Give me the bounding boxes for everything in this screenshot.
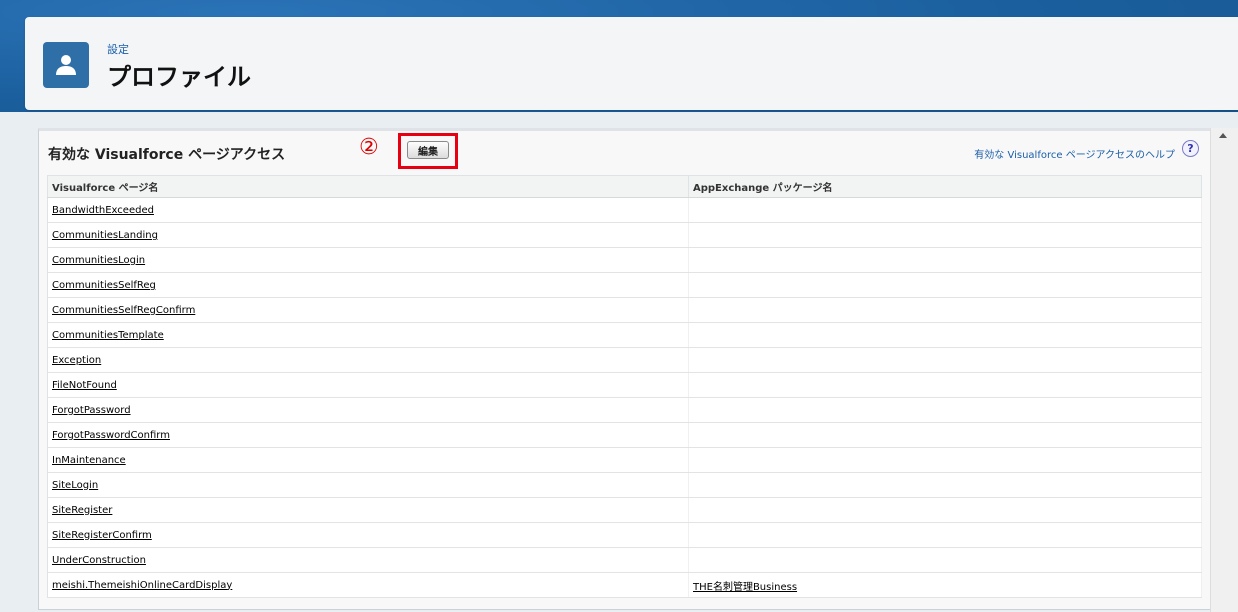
visualforce-access-panel: 有効な Visualforce ページアクセス ② 編集 有効な Visualf…	[38, 128, 1212, 610]
page-name-cell: CommunitiesTemplate	[47, 322, 689, 348]
page-name-cell: UnderConstruction	[47, 547, 689, 573]
table-row: FileNotFound	[47, 372, 1202, 398]
table-row: BandwidthExceeded	[47, 197, 1202, 223]
package-name-cell: THE名刺管理Business	[688, 572, 1202, 598]
setup-header: 設定 プロファイル	[25, 17, 1238, 110]
page-name-cell: CommunitiesLogin	[47, 247, 689, 273]
page-name-link[interactable]: InMaintenance	[52, 455, 126, 466]
package-name-cell	[688, 397, 1202, 423]
page-name-cell: InMaintenance	[47, 447, 689, 473]
package-name-cell	[688, 322, 1202, 348]
table-row: InMaintenance	[47, 447, 1202, 473]
edit-button[interactable]: 編集	[407, 141, 449, 159]
column-header-package-name: AppExchange パッケージ名	[688, 175, 1202, 198]
table-row: CommunitiesSelfReg	[47, 272, 1202, 298]
page-title: プロファイル	[107, 63, 251, 91]
help-icon[interactable]: ?	[1182, 140, 1199, 157]
table-row: SiteRegister	[47, 497, 1202, 523]
package-name-link[interactable]: THE名刺管理Business	[693, 582, 797, 593]
page-name-link[interactable]: CommunitiesSelfRegConfirm	[52, 305, 195, 316]
package-name-cell	[688, 372, 1202, 398]
table-header-row: Visualforce ページ名 AppExchange パッケージ名	[47, 175, 1202, 198]
package-name-cell	[688, 197, 1202, 223]
page-name-cell: CommunitiesSelfRegConfirm	[47, 297, 689, 323]
table-row: SiteRegisterConfirm	[47, 522, 1202, 548]
package-name-cell	[688, 447, 1202, 473]
scroll-up-arrow-icon[interactable]	[1219, 133, 1227, 138]
help-link[interactable]: 有効な Visualforce ページアクセスのヘルプ	[974, 146, 1175, 161]
page-name-link[interactable]: meishi.ThemeishiOnlineCardDisplay	[52, 580, 232, 591]
page-name-link[interactable]: SiteRegister	[52, 505, 112, 516]
package-name-cell	[688, 272, 1202, 298]
page-name-cell: SiteRegister	[47, 497, 689, 523]
visualforce-pages-table: Visualforce ページ名 AppExchange パッケージ名 Band…	[47, 175, 1202, 598]
table-row: UnderConstruction	[47, 547, 1202, 573]
page-name-link[interactable]: SiteRegisterConfirm	[52, 530, 152, 541]
user-icon	[43, 42, 89, 88]
page-name-link[interactable]: CommunitiesSelfReg	[52, 280, 156, 291]
page-name-link[interactable]: ForgotPassword	[52, 405, 131, 416]
page-name-link[interactable]: CommunitiesTemplate	[52, 330, 164, 341]
package-name-cell	[688, 347, 1202, 373]
page-name-link[interactable]: BandwidthExceeded	[52, 205, 154, 216]
page-name-cell: BandwidthExceeded	[47, 197, 689, 223]
page-name-link[interactable]: Exception	[52, 355, 101, 366]
package-name-cell	[688, 522, 1202, 548]
panel-title: 有効な Visualforce ページアクセス	[48, 147, 286, 163]
table-row: CommunitiesLanding	[47, 222, 1202, 248]
page-name-cell: Exception	[47, 347, 689, 373]
column-header-page-name: Visualforce ページ名	[47, 175, 689, 198]
package-name-cell	[688, 247, 1202, 273]
table-row: CommunitiesSelfRegConfirm	[47, 297, 1202, 323]
page-name-link[interactable]: ForgotPasswordConfirm	[52, 430, 170, 441]
page-name-link[interactable]: CommunitiesLogin	[52, 255, 145, 266]
page-name-cell: SiteLogin	[47, 472, 689, 498]
package-name-cell	[688, 497, 1202, 523]
table-row: SiteLogin	[47, 472, 1202, 498]
page-name-cell: meishi.ThemeishiOnlineCardDisplay	[47, 572, 689, 598]
page-name-cell: CommunitiesSelfReg	[47, 272, 689, 298]
page-name-link[interactable]: SiteLogin	[52, 480, 98, 491]
package-name-cell	[688, 547, 1202, 573]
table-row: CommunitiesTemplate	[47, 322, 1202, 348]
page-name-link[interactable]: FileNotFound	[52, 380, 117, 391]
vertical-scrollbar[interactable]	[1210, 128, 1238, 612]
step-marker: ②	[359, 135, 379, 160]
package-name-cell	[688, 297, 1202, 323]
table-row: CommunitiesLogin	[47, 247, 1202, 273]
page-name-cell: ForgotPassword	[47, 397, 689, 423]
table-row: Exception	[47, 347, 1202, 373]
page-name-cell: FileNotFound	[47, 372, 689, 398]
page-name-link[interactable]: CommunitiesLanding	[52, 230, 158, 241]
page-name-cell: ForgotPasswordConfirm	[47, 422, 689, 448]
page-name-cell: SiteRegisterConfirm	[47, 522, 689, 548]
package-name-cell	[688, 472, 1202, 498]
table-row: meishi.ThemeishiOnlineCardDisplay THE名刺管…	[47, 572, 1202, 598]
page-name-cell: CommunitiesLanding	[47, 222, 689, 248]
table-row: ForgotPasswordConfirm	[47, 422, 1202, 448]
package-name-cell	[688, 422, 1202, 448]
package-name-cell	[688, 222, 1202, 248]
page-name-link[interactable]: UnderConstruction	[52, 555, 146, 566]
breadcrumb-setup[interactable]: 設定	[107, 41, 129, 57]
table-row: ForgotPassword	[47, 397, 1202, 423]
